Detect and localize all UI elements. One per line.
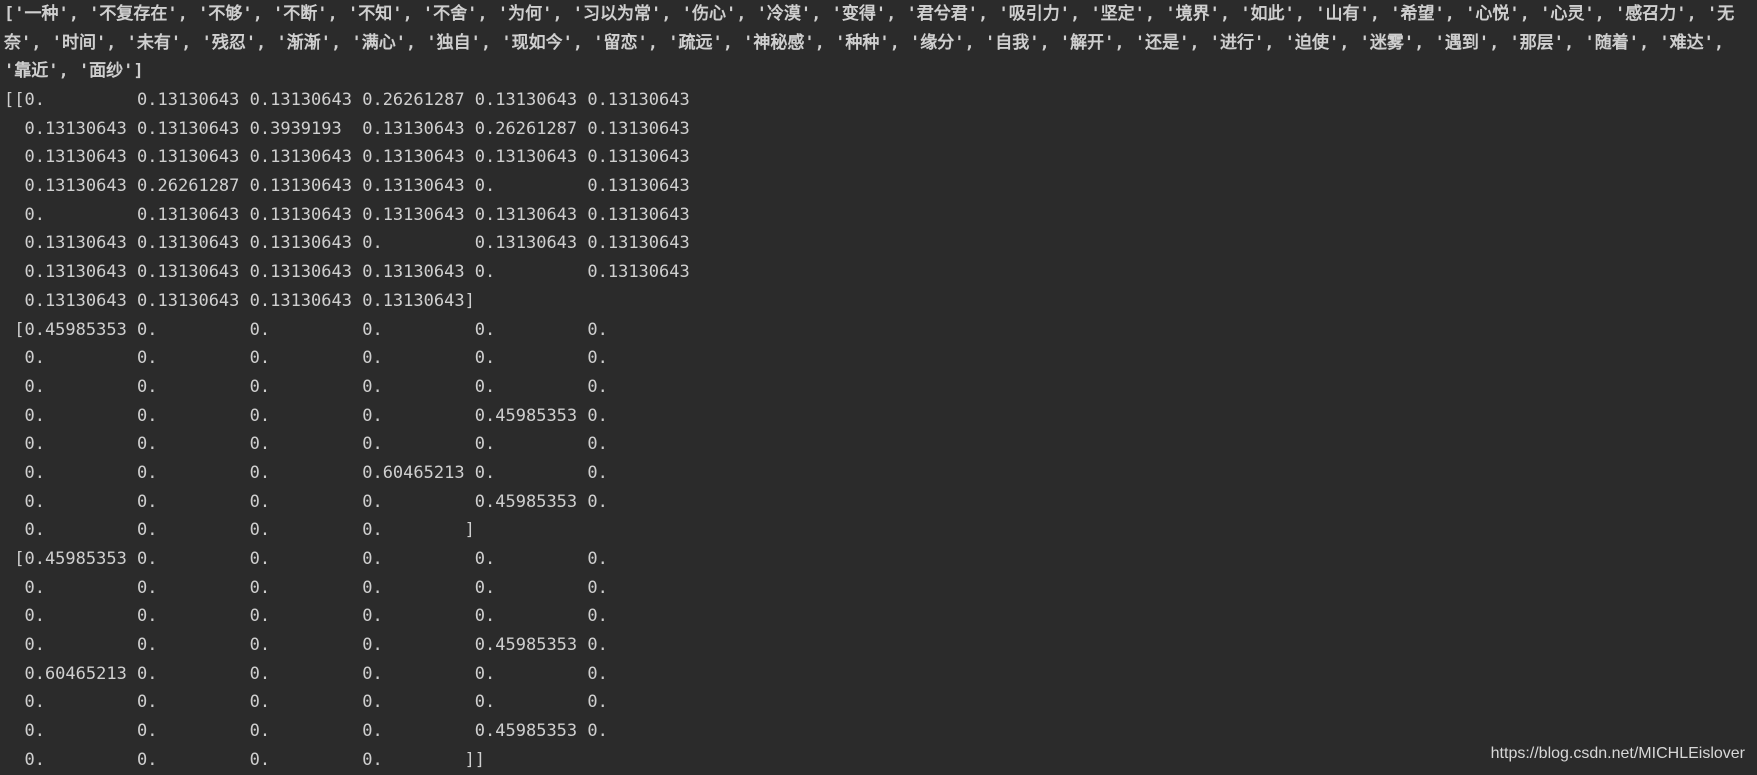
matrix-line: 0. 0. 0. 0. 0.45985353 0. (4, 405, 608, 426)
matrix-line: 0.13130643 0.26261287 0.13130643 0.13130… (4, 176, 690, 197)
matrix-line: [0.45985353 0. 0. 0. 0. 0. (4, 319, 608, 340)
matrix-line: 0.13130643 0.13130643 0.3939193 0.131306… (4, 118, 690, 139)
matrix-line: 0. 0. 0. 0. 0.45985353 0. (4, 721, 608, 742)
matrix-line: 0. 0. 0. 0. 0. 0. (4, 376, 608, 397)
matrix-line: [0.45985353 0. 0. 0. 0. 0. (4, 549, 608, 569)
matrix-line: 0.60465213 0. 0. 0. 0. 0. (4, 663, 608, 684)
matrix-line: 0. 0. 0. 0. ] (4, 520, 475, 541)
matrix-line: 0.13130643 0.13130643 0.13130643 0.13130… (4, 147, 690, 168)
matrix-line: 0. 0. 0. 0. 0. 0. (4, 606, 608, 627)
console-output: ['一种', '不复存在', '不够', '不断', '不知', '不舍', '… (0, 0, 1757, 773)
matrix-line: 0. 0. 0. 0. 0.45985353 0. (4, 635, 608, 656)
matrix-line: 0. 0. 0. 0. 0. 0. (4, 692, 608, 713)
matrix-line: 0.13130643 0.13130643 0.13130643 0. 0.13… (4, 233, 690, 254)
matrix-line: [[0. 0.13130643 0.13130643 0.26261287 0.… (4, 90, 690, 110)
matrix-line: 0. 0.13130643 0.13130643 0.13130643 0.13… (4, 204, 690, 225)
matrix-line: 0. 0. 0. 0. 0. 0. (4, 434, 608, 455)
watermark-url: https://blog.csdn.net/MICHLEislover (1490, 745, 1745, 762)
matrix-line: 0.13130643 0.13130643 0.13130643 0.13130… (4, 290, 475, 311)
matrix-line: 0. 0. 0. 0. 0. 0. (4, 577, 608, 598)
matrix-line: 0. 0. 0. 0. 0.45985353 0. (4, 491, 608, 512)
matrix-line: 0.13130643 0.13130643 0.13130643 0.13130… (4, 262, 690, 283)
vocabulary-list-output: ['一种', '不复存在', '不够', '不断', '不知', '不舍', '… (4, 4, 1735, 82)
tfidf-matrix-output: [[0. 0.13130643 0.13130643 0.26261287 0.… (4, 86, 1757, 775)
matrix-line: 0. 0. 0. 0. 0. 0. (4, 348, 608, 369)
matrix-line: 0. 0. 0. 0.60465213 0. 0. (4, 462, 608, 483)
